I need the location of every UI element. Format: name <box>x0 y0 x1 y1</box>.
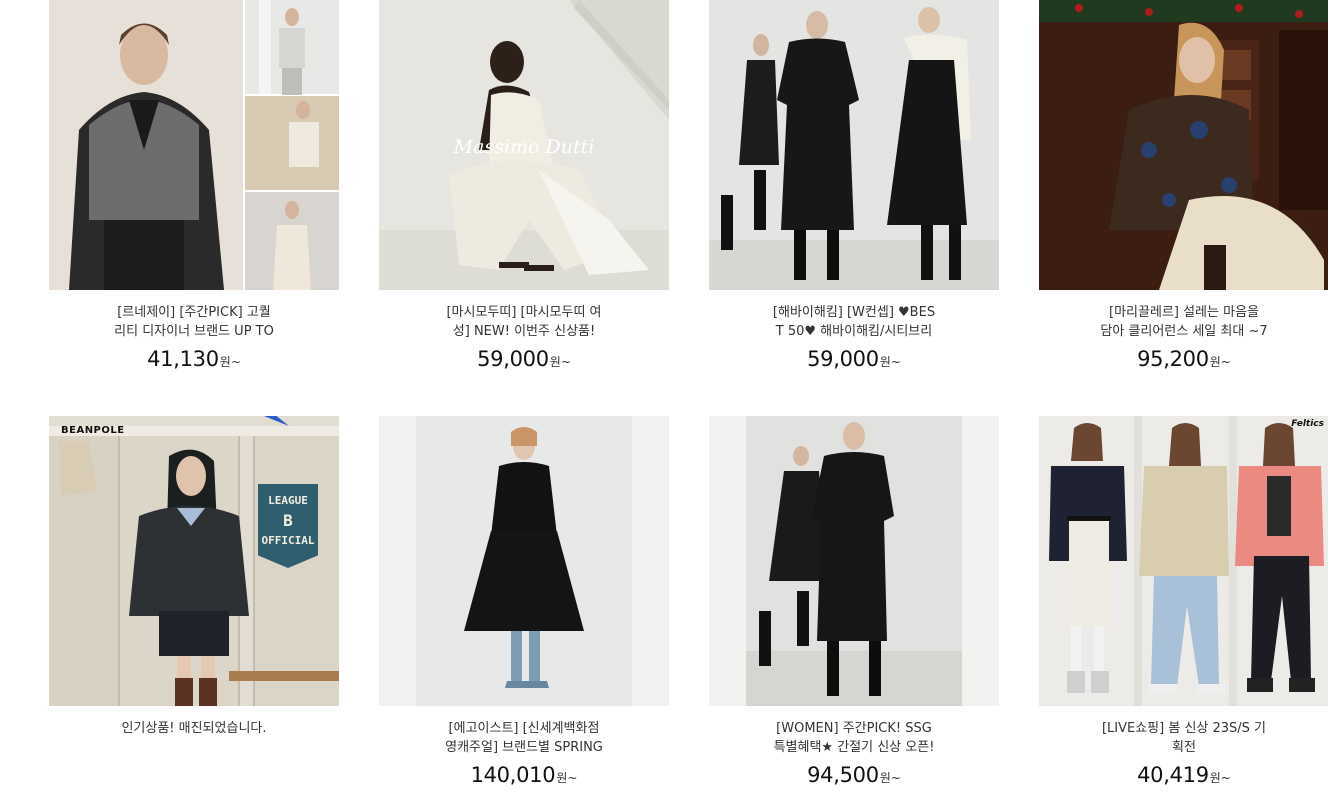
price-value: 94,500 <box>807 763 879 787</box>
product-title[interactable]: [마시모두띠] [마시모두띠 여 성] NEW! 이번주 신상품! <box>379 303 669 341</box>
product-price: 59,000원~ <box>379 346 669 375</box>
league-banner: LEAGUE B OFFICIAL <box>258 484 318 568</box>
product-title-line: [WOMEN] 주간PICK! SSG <box>776 721 932 736</box>
price-value: 41,130 <box>147 347 219 371</box>
price-unit: 원~ <box>549 355 571 369</box>
banner-text: OFFICIAL <box>261 534 315 547</box>
brand-logo: Massimo Dutti <box>453 136 595 158</box>
banner-text: LEAGUE <box>268 494 308 507</box>
product-title[interactable]: [LIVE쇼핑] 봄 신상 23S/S 기 획전 <box>1039 719 1328 757</box>
product-title-line: 리티 디자이너 브랜드 UP TO <box>114 324 274 339</box>
product-price <box>49 762 339 791</box>
product-title-line: 성] NEW! 이번주 신상품! <box>452 324 596 339</box>
product-title-line: 획전 <box>1172 740 1196 755</box>
price-unit: 원~ <box>1209 771 1231 785</box>
product-image[interactable] <box>1039 0 1328 290</box>
price-value: 59,000 <box>807 347 879 371</box>
product-title[interactable]: [WOMEN] 주간PICK! SSG 특별혜택★ 간절기 신상 오픈! <box>709 719 999 757</box>
product-photo-art <box>709 0 999 290</box>
product-price: 94,500원~ <box>709 762 999 791</box>
product-title-line: 담아 클리어런스 세일 최대 ~7 <box>1100 324 1268 339</box>
product-title-line: [LIVE쇼핑] 봄 신상 23S/S 기 <box>1101 721 1267 736</box>
product-title-line: [마시모두띠] [마시모두띠 여 <box>446 305 602 320</box>
price-unit: 원~ <box>879 355 901 369</box>
product-image[interactable]: BEANPOLE LEAGUE B OFFICIAL <box>49 416 339 706</box>
product-title[interactable]: [에고이스트] [신세계백화점 영캐주얼] 브랜드별 SPRING <box>379 719 669 757</box>
product-image[interactable] <box>709 0 999 290</box>
product-price: 59,000원~ <box>709 346 999 375</box>
product-card[interactable]: [에고이스트] [신세계백화점 영캐주얼] 브랜드별 SPRING 140,01… <box>379 416 669 791</box>
product-title[interactable]: 인기상품! 매진되었습니다. <box>49 719 339 757</box>
product-price: 95,200원~ <box>1039 346 1328 375</box>
product-card[interactable]: [해바이해킴] [W컨셉] ♥BES T 50♥ 해바이해킴/시티브리 59,0… <box>709 0 999 375</box>
product-price: 140,010원~ <box>379 762 669 791</box>
product-photo-art <box>1039 416 1328 706</box>
product-photo-art <box>709 416 999 706</box>
product-title[interactable]: [마리끌레르] 설레는 마음을 담아 클리어런스 세일 최대 ~7 <box>1039 303 1328 341</box>
product-price: 41,130원~ <box>49 346 339 375</box>
price-value: 59,000 <box>477 347 549 371</box>
product-title-line: 인기상품! 매진되었습니다. <box>121 721 267 736</box>
product-card[interactable]: BEANPOLE LEAGUE B OFFICIAL 인기상품! 매진되었습니다… <box>49 416 339 791</box>
price-unit: 원~ <box>556 771 578 785</box>
product-title-line: T 50♥ 해바이해킴/시티브리 <box>775 324 933 339</box>
product-image[interactable] <box>379 416 669 706</box>
product-card[interactable]: [르네제이] [주간PICK] 고퀄 리티 디자이너 브랜드 UP TO 41,… <box>49 0 339 375</box>
price-value: 95,200 <box>1137 347 1209 371</box>
product-title-line: 영캐주얼] 브랜드별 SPRING <box>445 740 603 755</box>
product-title-line: [에고이스트] [신세계백화점 <box>448 721 600 736</box>
product-title[interactable]: [르네제이] [주간PICK] 고퀄 리티 디자이너 브랜드 UP TO <box>49 303 339 341</box>
price-value: 140,010 <box>470 763 556 787</box>
product-card[interactable]: [마리끌레르] 설레는 마음을 담아 클리어런스 세일 최대 ~7 95,200… <box>1039 0 1328 375</box>
price-unit: 원~ <box>1209 355 1231 369</box>
product-image[interactable]: Massimo Dutti <box>379 0 669 290</box>
product-photo-art <box>379 416 669 706</box>
product-price: 40,419원~ <box>1039 762 1328 791</box>
price-unit: 원~ <box>219 355 241 369</box>
product-title-line: [르네제이] [주간PICK] 고퀄 <box>117 305 271 320</box>
brand-logo: Feltics <box>1291 419 1324 429</box>
product-title-line: [해바이해킴] [W컨셉] ♥BES <box>772 305 936 320</box>
product-image[interactable]: Feltics <box>1039 416 1328 706</box>
product-photo-art <box>49 0 339 290</box>
price-value: 40,419 <box>1137 763 1209 787</box>
product-title-line: [마리끌레르] 설레는 마음을 <box>1109 305 1259 320</box>
product-card[interactable]: [WOMEN] 주간PICK! SSG 특별혜택★ 간절기 신상 오픈! 94,… <box>709 416 999 791</box>
product-image[interactable] <box>49 0 339 290</box>
product-card[interactable]: Massimo Dutti [마시모두띠] [마시모두띠 여 성] NEW! 이… <box>379 0 669 375</box>
product-image[interactable] <box>709 416 999 706</box>
product-title-line: 특별혜택★ 간절기 신상 오픈! <box>773 740 935 755</box>
banner-text: B <box>283 511 293 530</box>
product-card[interactable]: Feltics [LIVE쇼핑] 봄 신상 23S/S 기 획전 40,419원… <box>1039 416 1328 791</box>
price-unit: 원~ <box>879 771 901 785</box>
product-photo-art <box>1039 0 1328 290</box>
brand-logo: BEANPOLE <box>61 425 125 436</box>
product-title[interactable]: [해바이해킴] [W컨셉] ♥BES T 50♥ 해바이해킴/시티브리 <box>709 303 999 341</box>
